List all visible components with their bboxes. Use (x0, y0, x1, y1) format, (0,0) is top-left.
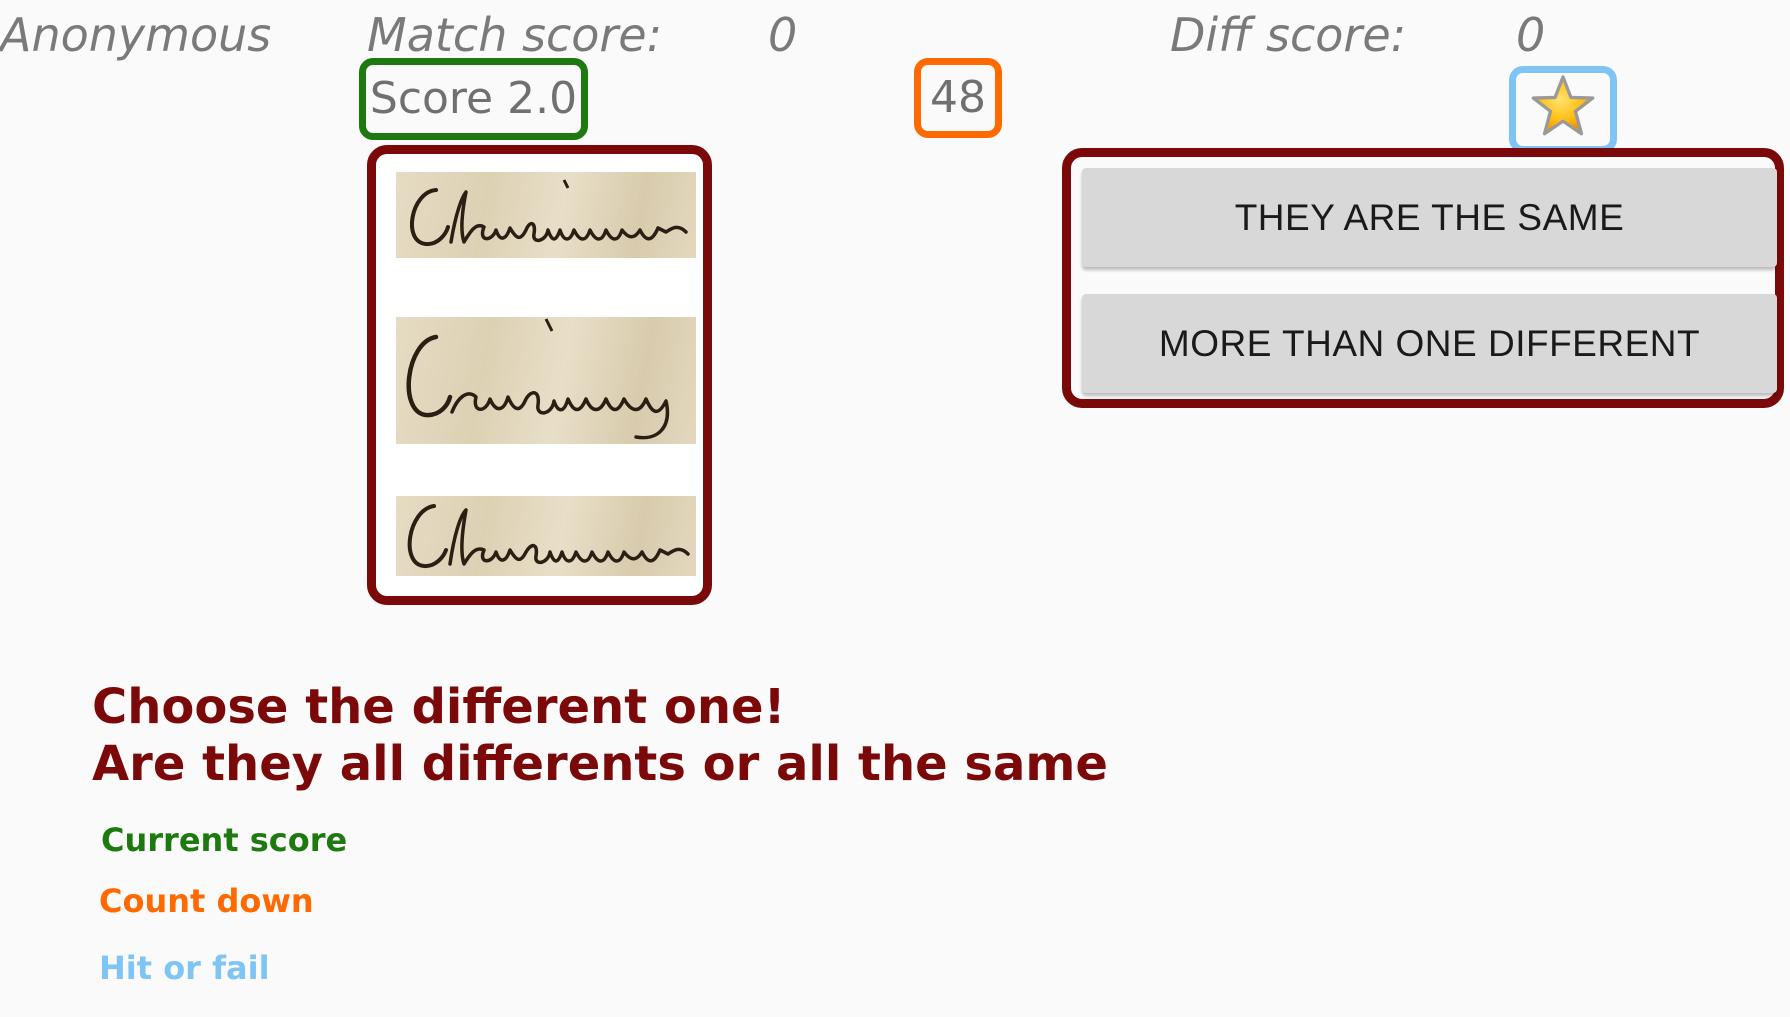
diff-score-label: Diff score: (1170, 8, 1407, 62)
diff-score-value: 0 (1516, 8, 1546, 62)
legend-current-score: Current score (101, 821, 348, 859)
instruction-line-2: Are they all differents or all the same (92, 736, 1108, 792)
match-score-label: Match score: (367, 8, 663, 62)
current-score-text: Score 2.0 (369, 73, 578, 124)
same-button[interactable]: THEY ARE THE SAME (1082, 168, 1777, 267)
current-score-box: Score 2.0 (359, 58, 588, 140)
match-score-value: 0 (768, 8, 798, 62)
answer-buttons-panel: THEY ARE THE SAME MORE THAN ONE DIFFEREN… (1062, 148, 1784, 408)
instruction-line-1: Choose the different one! (92, 679, 786, 735)
more-than-one-different-button[interactable]: MORE THAN ONE DIFFERENT (1082, 294, 1777, 393)
hit-or-fail-box (1509, 66, 1617, 153)
legend-count-down: Count down (99, 882, 314, 920)
signature-panel (367, 145, 712, 605)
signature-image-2[interactable] (396, 317, 696, 444)
signature-image-1[interactable] (396, 172, 696, 258)
username-label: Anonymous (0, 8, 272, 62)
star-icon (1530, 73, 1596, 147)
countdown-box: 48 (914, 58, 1002, 138)
signature-image-3[interactable] (396, 496, 696, 576)
countdown-text: 48 (930, 72, 986, 123)
legend-hit-or-fail: Hit or fail (99, 949, 270, 987)
